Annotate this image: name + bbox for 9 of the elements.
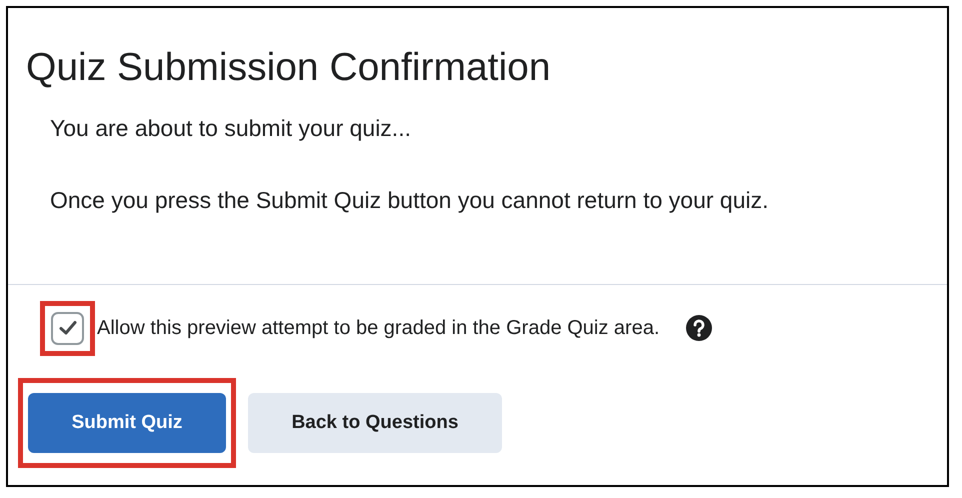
checkmark-icon xyxy=(58,320,76,336)
checkbox-label: Allow this preview attempt to be graded in the Grade Quiz area. xyxy=(97,316,660,342)
help-icon[interactable] xyxy=(686,315,712,342)
dialog-title: Quiz Submission Confirmation xyxy=(26,45,551,91)
message-text: Once you press the Submit Quiz button you cannot return to your quiz. xyxy=(50,186,769,216)
message-text: You are about to submit your quiz... xyxy=(50,114,411,143)
checkbox[interactable] xyxy=(51,312,84,345)
back-button[interactable]: Back to Questions xyxy=(248,392,502,453)
submit-button[interactable]: Submit Quiz xyxy=(28,392,226,453)
